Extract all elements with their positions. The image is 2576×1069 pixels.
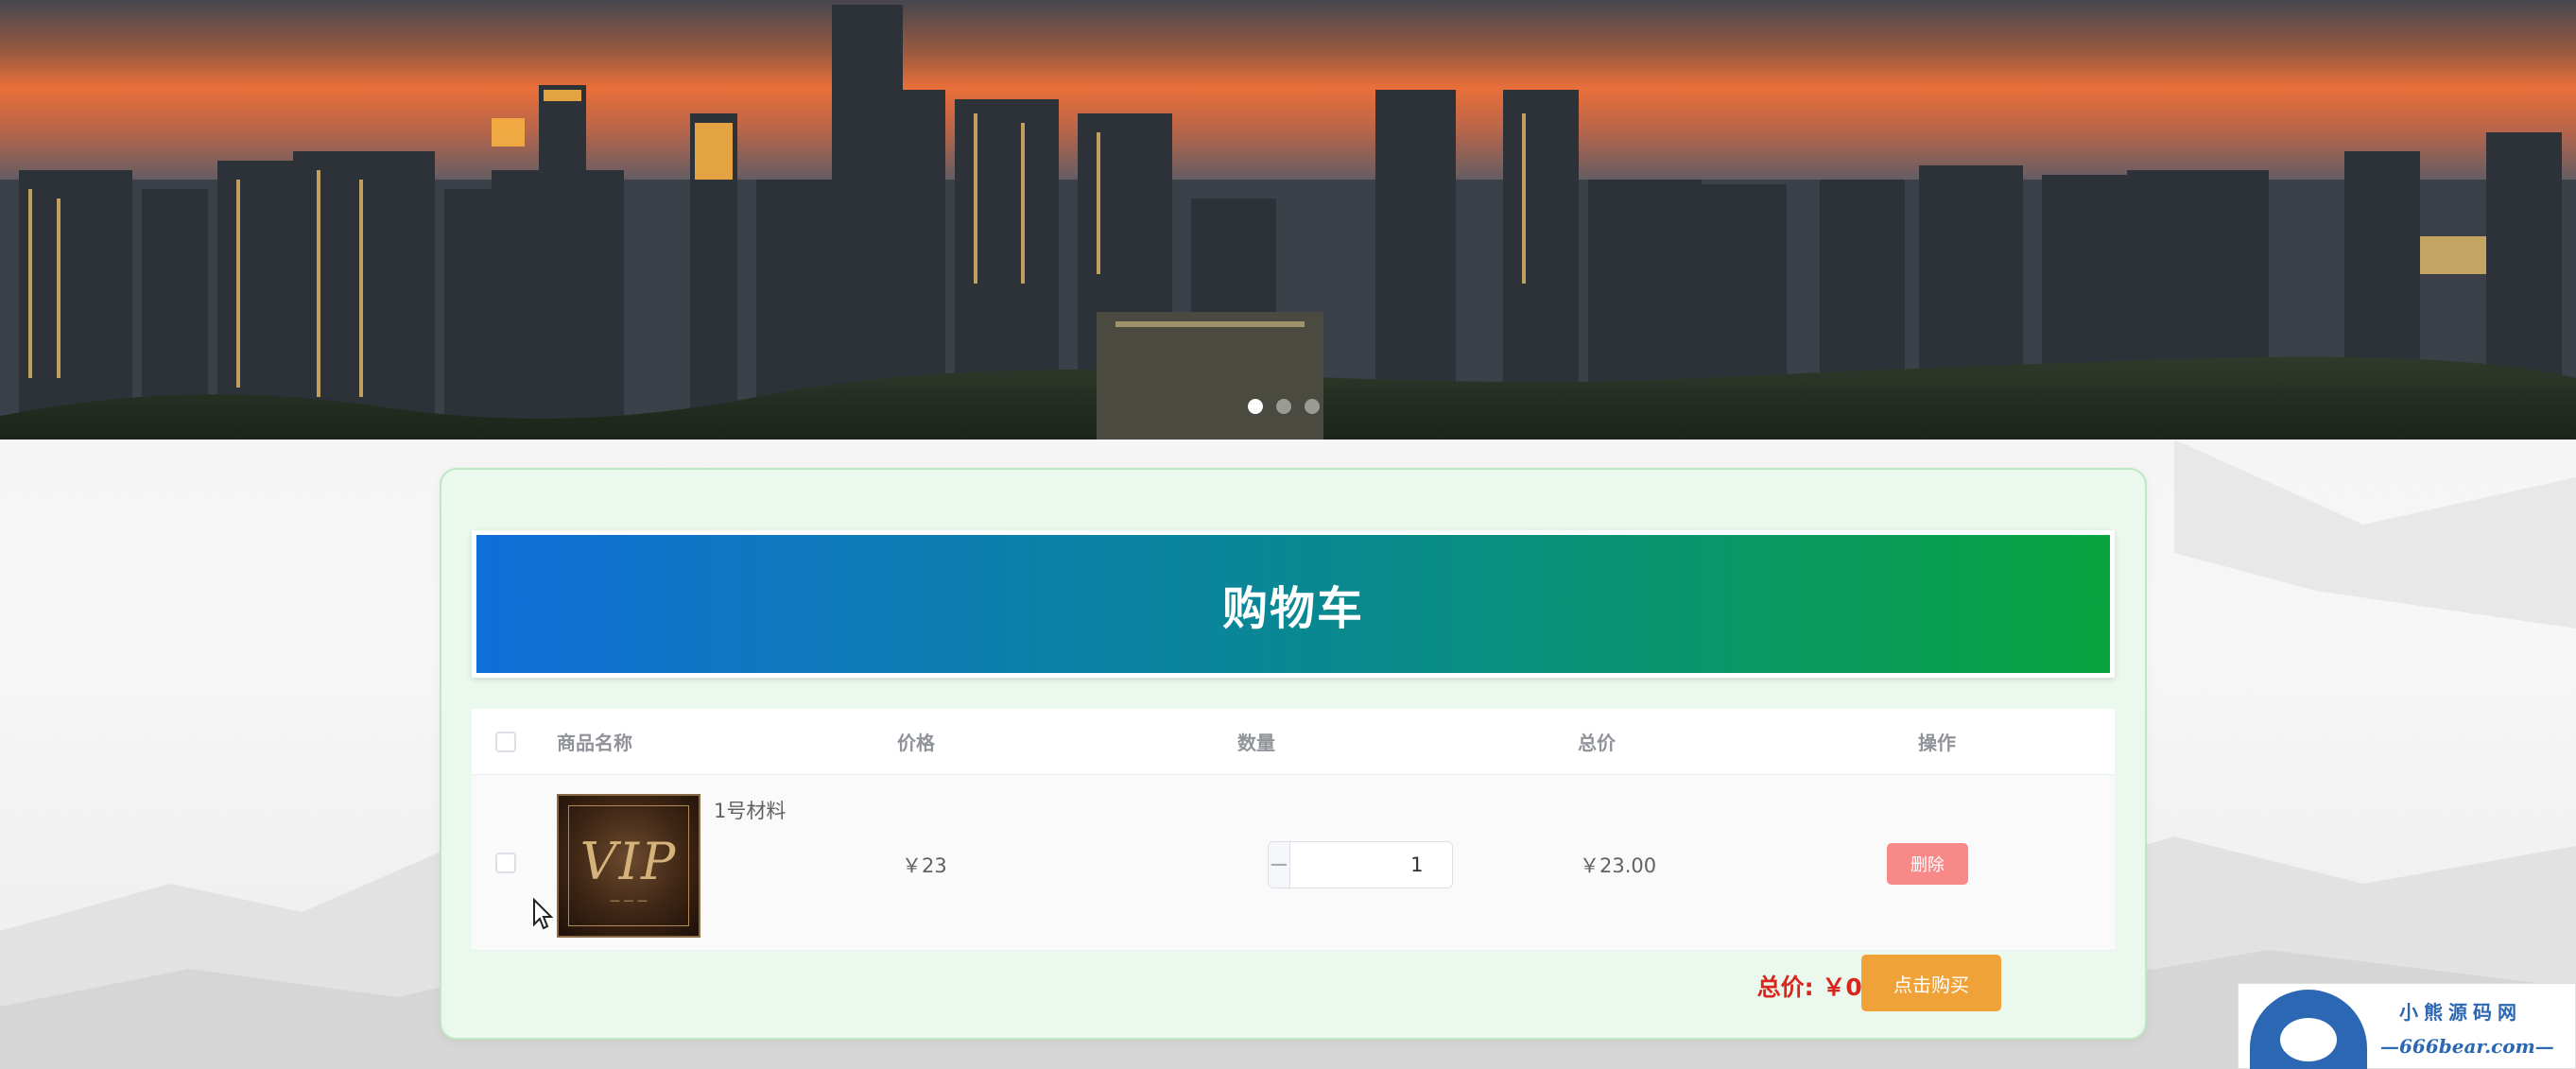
carousel-dots — [1248, 399, 1320, 414]
product-name: 1号材料 — [714, 800, 787, 822]
column-header-price: 价格 — [897, 732, 935, 754]
carousel-dot[interactable] — [1305, 399, 1320, 414]
bear-logo-icon — [2250, 990, 2367, 1069]
product-thumbnail: VIP — — — — [557, 794, 700, 938]
cart-header-banner: 购物车 — [472, 530, 2115, 678]
buy-button[interactable]: 点击购买 — [1861, 955, 2001, 1011]
cart-table: 商品名称 价格 数量 总价 操作 VIP — — — 1号材料 ￥23 − + … — [472, 709, 2115, 951]
product-price: ￥23 — [902, 854, 947, 877]
watermark-name: 小熊源码网 — [2399, 1001, 2522, 1024]
quantity-stepper: − + — [1268, 841, 1453, 888]
row-checkbox[interactable] — [495, 853, 516, 873]
banner-carousel[interactable] — [0, 0, 2576, 440]
site-watermark: 小熊源码网 —666bear.com— — [2238, 983, 2576, 1069]
decrease-quantity-button[interactable]: − — [1269, 842, 1290, 888]
column-header-action: 操作 — [1918, 732, 1956, 754]
carousel-dot[interactable] — [1248, 399, 1263, 414]
table-row: VIP — — — 1号材料 ￥23 − + ￥23.00 删除 — [472, 775, 2115, 951]
carousel-dot[interactable] — [1276, 399, 1291, 414]
page-title: 购物车 — [1221, 582, 1364, 635]
column-header-name: 商品名称 — [557, 732, 632, 754]
delete-button[interactable]: 删除 — [1887, 843, 1968, 885]
column-header-subtotal: 总价 — [1578, 732, 1616, 754]
column-header-quantity: 数量 — [1237, 732, 1275, 754]
quantity-input[interactable] — [1289, 842, 1452, 888]
city-skyline-image — [0, 0, 2576, 440]
select-all-checkbox[interactable] — [495, 732, 516, 752]
vip-card-image: VIP — [579, 832, 678, 891]
watermark-url: —666bear.com— — [2380, 1035, 2554, 1058]
row-subtotal: ￥23.00 — [1580, 854, 1657, 877]
mouse-cursor-icon — [533, 898, 554, 930]
table-header: 商品名称 价格 数量 总价 操作 — [472, 709, 2115, 775]
cart-panel: 购物车 商品名称 价格 数量 总价 操作 VIP — — — 1号材料 ￥23 … — [440, 468, 2147, 1040]
total-label: 总价: — [1756, 974, 1814, 1001]
